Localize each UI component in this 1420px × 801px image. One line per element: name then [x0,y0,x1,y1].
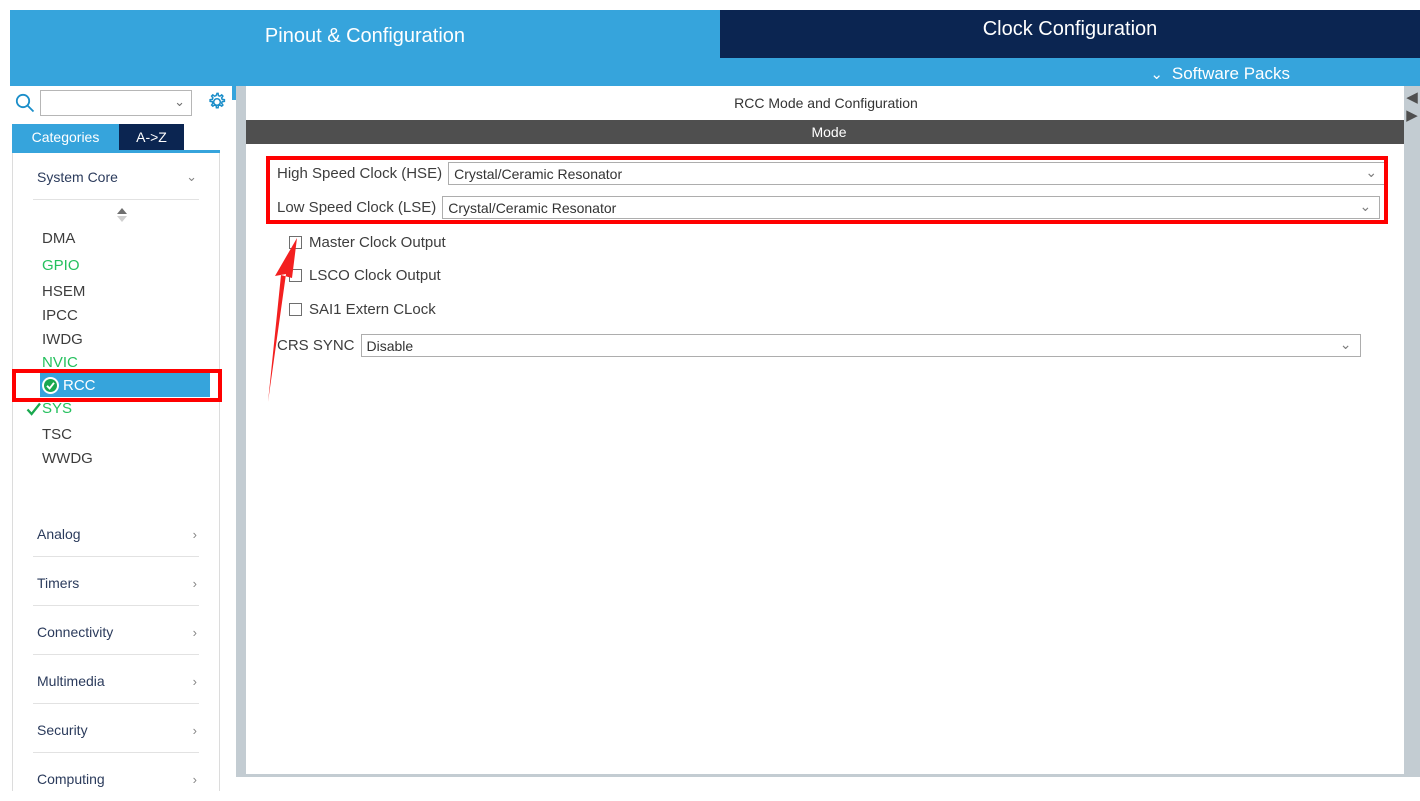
sidebar-item-dma[interactable]: DMA [42,228,75,250]
hse-label: High Speed Clock (HSE) [277,165,443,182]
page-title-label: RCC Mode and Configuration [734,94,918,111]
tab-pinout-label: Pinout & Configuration [264,25,466,47]
chevron-down-icon: ⌄ [1150,66,1163,83]
sort-order-spinner[interactable] [115,205,129,225]
sidebar-item-rcc[interactable]: RCC [40,373,210,397]
divider [33,654,199,655]
search-icon [14,92,36,114]
sidebar-item-label: IWDG [42,331,83,348]
hse-value: Crystal/Ceramic Resonator [454,165,623,182]
field-row-crs-sync: CRS SYNC Disable ⌄ [277,334,1361,357]
search-input[interactable]: ⌄ [40,90,192,116]
divider [33,703,199,704]
chevron-right-icon: › [192,624,197,640]
gear-icon[interactable] [205,90,229,114]
page-title: RCC Mode and Configuration [246,88,1406,117]
crs-sync-value: Disable [366,337,414,354]
sidebar-item-label: SYS [42,400,73,417]
scroll-right-arrow-icon[interactable]: ▶ [1404,106,1420,124]
sidebar-item-nvic[interactable]: NVIC [42,352,78,374]
sidebar-item-ipcc[interactable]: IPCC [42,305,78,327]
chevron-down-icon: ⌄ [174,94,185,109]
hse-dropdown[interactable]: Crystal/Ceramic Resonator ⌄ [448,162,1387,185]
tab-clock-label: Clock Configuration [982,18,1158,40]
sidebar-item-gpio[interactable]: GPIO [42,255,80,277]
chevron-right-icon: › [192,722,197,738]
sidebar-tab-az-label: A->Z [136,129,167,145]
sidebar-category-computing[interactable]: Computing › [13,757,219,801]
sidebar-item-tsc[interactable]: TSC [42,424,72,446]
sidebar-category-connectivity[interactable]: Connectivity › [13,610,219,654]
sai1-extern-clock-checkbox[interactable] [289,303,302,316]
sidebar-category-label: Connectivity [37,624,114,640]
chevron-down-icon: ⌄ [1339,336,1352,352]
sidebar-tab-categories[interactable]: Categories [12,124,119,150]
sidebar-category-label: System Core [37,169,118,185]
field-row-hse: High Speed Clock (HSE) Crystal/Ceramic R… [277,162,1387,185]
sidebar-category-label: Analog [37,526,81,542]
lsco-clock-output-label: LSCO Clock Output [309,267,441,284]
software-packs-label: Software Packs [1171,64,1290,83]
check-circle-icon [42,376,59,394]
tab-clock-configuration[interactable]: Clock Configuration [720,10,1420,58]
rcc-configuration-panel [246,86,1412,775]
chevron-down-icon: ⌄ [186,169,197,184]
lse-value: Crystal/Ceramic Resonator [448,199,617,216]
divider [33,605,199,606]
sidebar-category-multimedia[interactable]: Multimedia › [13,659,219,703]
divider [33,556,199,557]
sidebar-item-wwdg[interactable]: WWDG [42,448,93,470]
chevron-right-icon: › [192,526,197,542]
search-text-field[interactable] [45,94,179,114]
sidebar-item-label: DMA [42,230,76,247]
sidebar-category-security[interactable]: Security › [13,708,219,752]
right-scroll-rail[interactable] [1404,86,1420,777]
mode-section-label: Mode [811,124,847,140]
lsco-clock-output-checkbox[interactable] [289,269,302,282]
sidebar-item-label: GPIO [42,257,80,274]
sidebar-item-label: IPCC [42,307,78,324]
chevron-down-icon: ⌄ [1359,198,1372,214]
chevron-down-icon: ⌄ [1365,164,1378,180]
checkbox-row-lsco-clock-output[interactable]: LSCO Clock Output [289,267,441,284]
sidebar-item-label: RCC [63,376,96,394]
crs-sync-dropdown[interactable]: Disable ⌄ [360,334,1361,357]
divider [33,199,199,200]
sidebar-category-system-core[interactable]: System Core ⌄ [13,155,219,199]
master-clock-output-label: Master Clock Output [309,234,446,251]
chevron-right-icon: › [192,575,197,591]
lse-label: Low Speed Clock (LSE) [277,199,437,216]
sidebar-item-hsem[interactable]: HSEM [42,281,85,303]
check-icon [26,400,42,418]
master-clock-output-checkbox[interactable] [289,236,302,249]
sidebar-item-label: NVIC [42,354,78,371]
lse-dropdown[interactable]: Crystal/Ceramic Resonator ⌄ [442,196,1381,219]
sidebar-item-label: TSC [42,426,72,443]
scroll-left-glyph: ◀ [1406,89,1418,106]
chevron-right-icon: › [192,771,197,787]
scroll-left-arrow-icon[interactable]: ◀ [1404,88,1420,106]
sidebar-item-sys[interactable]: SYS [42,398,72,420]
sidebar-category-label: Multimedia [37,673,105,689]
chevron-right-icon: › [192,673,197,689]
scroll-right-glyph: ▶ [1406,107,1418,124]
checkbox-row-master-clock-output[interactable]: Master Clock Output [289,234,446,251]
sidebar-item-iwdg[interactable]: IWDG [42,329,83,351]
sidebar-category-label: Computing [37,771,105,787]
sai1-extern-clock-label: SAI1 Extern CLock [309,301,436,318]
field-row-lse: Low Speed Clock (LSE) Crystal/Ceramic Re… [277,196,1381,219]
sidebar-item-label: WWDG [42,450,93,467]
sidebar-tab-categories-label: Categories [31,129,100,145]
divider [33,752,199,753]
checkbox-row-sai1-extern-clock[interactable]: SAI1 Extern CLock [289,301,436,318]
sidebar-category-label: Security [37,722,88,738]
sidebar-category-analog[interactable]: Analog › [13,512,219,556]
crs-sync-label: CRS SYNC [277,337,355,354]
sidebar-category-label: Timers [37,575,80,591]
sidebar-tab-az[interactable]: A->Z [119,124,184,150]
sidebar-item-label: HSEM [42,283,86,300]
sidebar-category-timers[interactable]: Timers › [13,561,219,605]
mode-section-header: Mode [246,120,1412,144]
